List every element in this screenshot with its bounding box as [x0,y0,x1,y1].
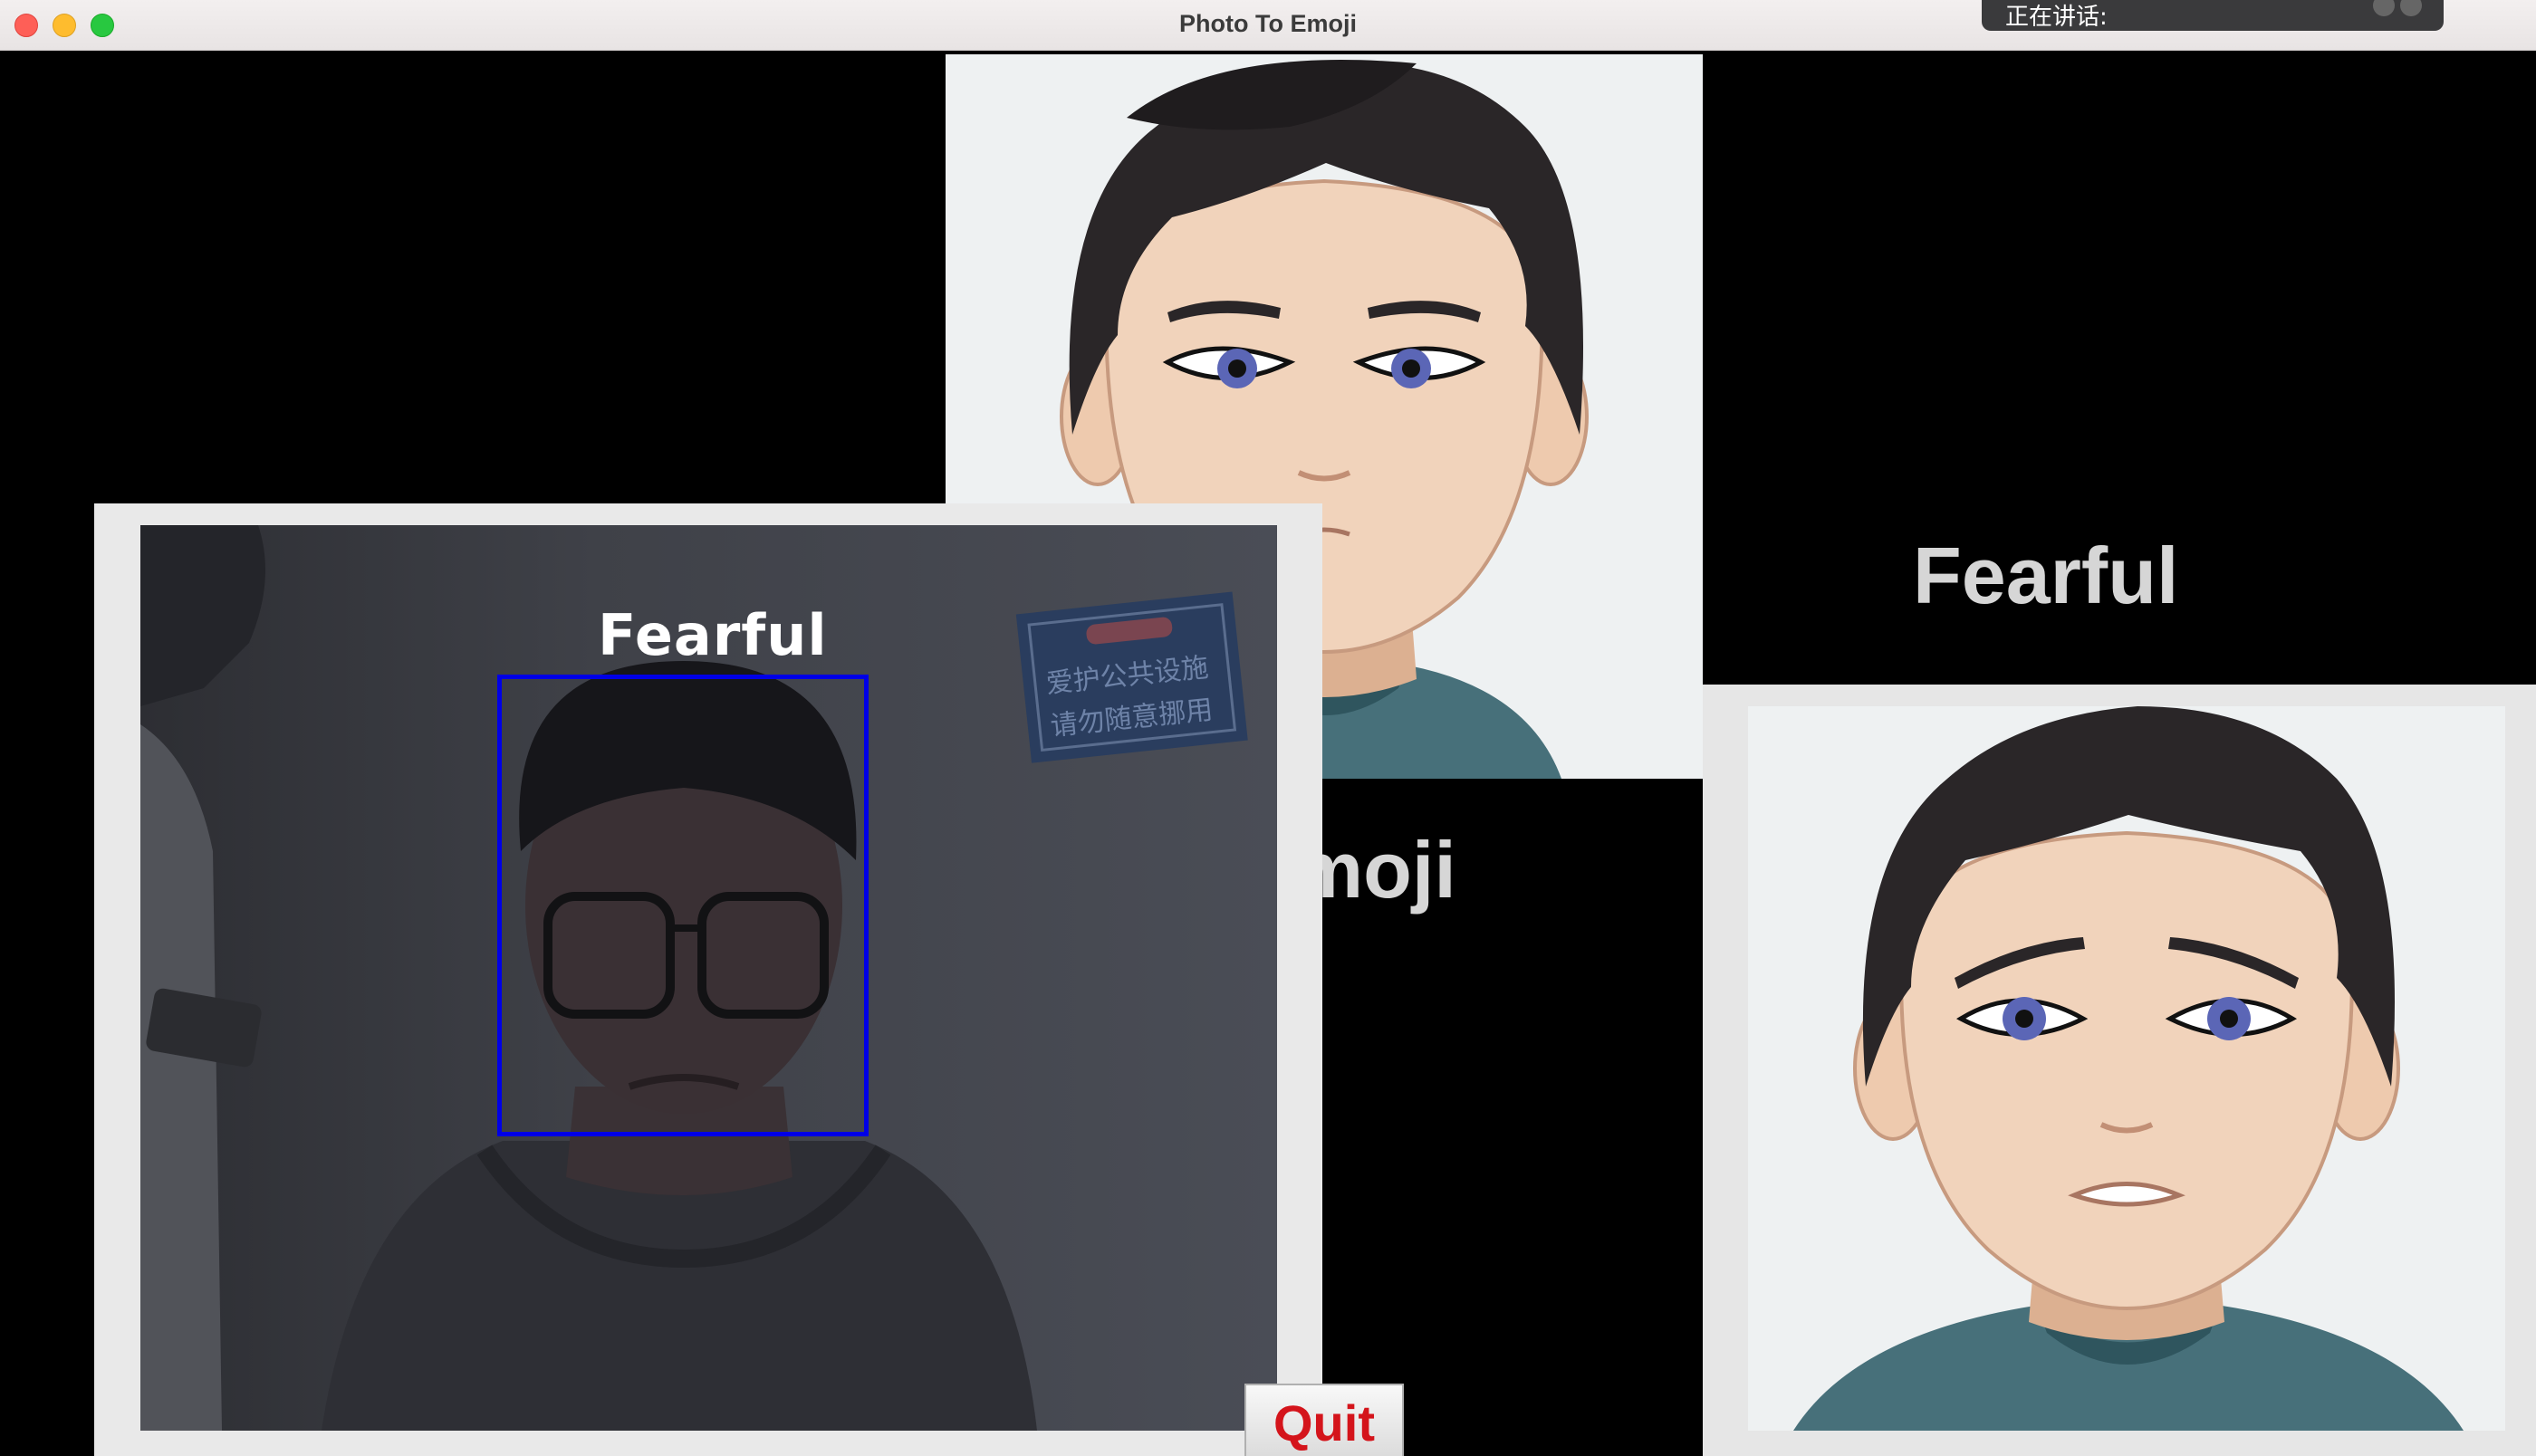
avatar-fearful-icon [1748,706,2505,1431]
camera-feed: 爱护公共设施 请勿随意挪用 Fearful [140,525,1277,1431]
face-detection-box [497,675,869,1136]
quit-button[interactable]: Quit [1244,1384,1404,1456]
emotion-label: Fearful [1913,531,2179,620]
detected-emotion-label: Fearful [598,602,828,668]
title-bar: Photo To Emoji 正在讲话: [0,0,2536,51]
app-window: Photo To Emoji 正在讲话: Fearful Emoji 爱护公共设… [0,0,2536,1456]
speaking-indicator: 正在讲话: [1982,0,2444,31]
emoji-avatar-bottom [1748,706,2505,1431]
speaking-text: 正在讲话: [2005,4,2108,31]
speaker-avatars-icon [2368,0,2422,21]
